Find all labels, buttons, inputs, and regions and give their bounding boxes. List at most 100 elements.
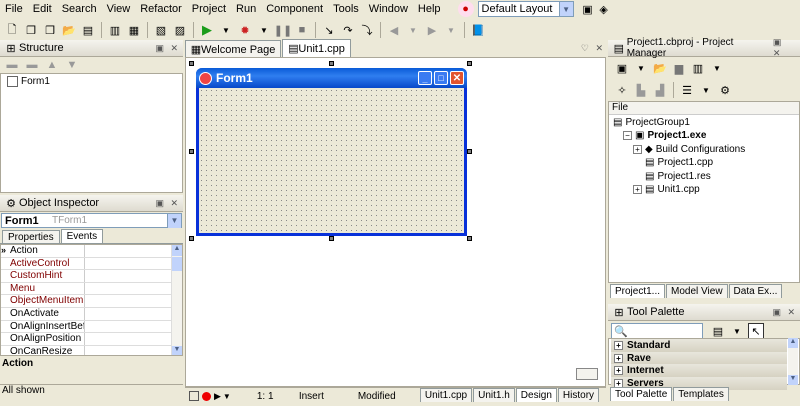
editor-tab-controls-icon[interactable]: ♡ ✕ (581, 43, 605, 54)
inspector-row[interactable]: OnAlignPosition (1, 333, 171, 346)
close-icon[interactable]: ✕ (450, 71, 464, 85)
project-tree-item[interactable]: + ◆ Build Configurations (633, 144, 745, 155)
menu-project[interactable]: Project (187, 0, 231, 18)
scroll-down-icon[interactable]: ▼ (788, 375, 798, 385)
selection-handle[interactable] (189, 149, 194, 154)
event-value[interactable] (85, 258, 171, 270)
inspector-row[interactable]: ActiveControl (1, 257, 171, 271)
tab-unit1-cpp[interactable]: Unit1.cpp (419, 388, 473, 402)
palette-category-rave[interactable]: + Rave (611, 351, 787, 365)
tab-welcome-page[interactable]: ▦Welcome Page (185, 40, 282, 57)
collapse-icon[interactable]: ▬ (24, 57, 40, 73)
inspector-scrollbar[interactable]: ▲ ▼ (171, 245, 182, 355)
expand-icon[interactable]: + (614, 341, 623, 350)
nonvisual-component-icon[interactable] (576, 368, 598, 380)
expand-icon[interactable]: + (614, 353, 623, 363)
tab-design[interactable]: Design (515, 388, 557, 402)
macro-icon[interactable] (189, 391, 199, 401)
inspector-row[interactable]: Menu (1, 282, 171, 296)
scroll-up-icon[interactable]: ▲ (172, 245, 182, 256)
help-insight-icon[interactable]: ● (457, 1, 474, 17)
scroll-thumb[interactable] (172, 257, 182, 271)
collapse-icon[interactable]: − (623, 131, 632, 141)
menu-tools[interactable]: Tools (328, 0, 364, 18)
tab-unit1-h[interactable]: Unit1.h (473, 388, 515, 402)
forward-dropdown-icon[interactable]: ▼ (443, 22, 459, 38)
debug-icon[interactable]: ✹ (237, 22, 253, 38)
new-items-icon[interactable]: 🗋 (4, 22, 20, 38)
pause-icon[interactable]: ❚❚ (274, 22, 292, 38)
event-value[interactable] (85, 283, 171, 295)
options-icon[interactable]: ⚙ (717, 82, 733, 98)
project-tree-item[interactable]: − ▣ Project1.exe (623, 130, 706, 141)
add-to-project-icon[interactable]: ▧ (153, 22, 169, 38)
inspector-row[interactable]: OnAlignInsertBefore (1, 320, 171, 334)
open-folder-icon[interactable]: 📂 (652, 60, 668, 76)
tab-tp-tool-palette[interactable]: Tool Palette (610, 387, 673, 401)
play-icon[interactable]: ▶ (214, 391, 221, 402)
menu-help[interactable]: Help (413, 0, 446, 18)
tab-events[interactable]: Events (60, 229, 104, 243)
run-dropdown-icon[interactable]: ▼ (218, 22, 234, 38)
form1-client-area[interactable] (199, 88, 464, 233)
dropdown-icon[interactable]: ▼ (709, 60, 725, 76)
event-value[interactable] (85, 333, 171, 345)
layout-combo[interactable]: Default Layout ▼ (477, 1, 574, 17)
view-icon[interactable]: ☰ (679, 82, 695, 98)
tab-pm-2[interactable]: Data Ex... (728, 284, 783, 298)
menu-search[interactable]: Search (57, 0, 102, 18)
menu-component[interactable]: Component (261, 0, 328, 18)
close-file-icon[interactable]: ▦ (126, 22, 142, 38)
forward-icon[interactable]: ▶ (424, 22, 440, 38)
selection-handle[interactable] (189, 236, 194, 241)
tab-unit1-cpp[interactable]: ▤Unit1.cpp (282, 39, 351, 57)
project-tree-item[interactable]: ▤ ProjectGroup1 (613, 117, 690, 128)
event-value[interactable] (85, 245, 171, 257)
event-value[interactable] (85, 295, 171, 307)
menu-file[interactable]: File (0, 0, 28, 18)
tab-pm-1[interactable]: Model View (666, 284, 728, 298)
back-icon[interactable]: ◀ (386, 22, 402, 38)
sync-icon[interactable]: ▥ (690, 60, 706, 76)
menu-view[interactable]: View (102, 0, 136, 18)
inspector-row[interactable]: ObjectMenuItem (1, 295, 171, 308)
new-project-icon[interactable]: ❐ (23, 22, 39, 38)
help-book-icon[interactable]: 📘 (470, 22, 486, 38)
inspector-row[interactable]: OnActivate (1, 307, 171, 321)
dropdown-icon[interactable]: ▼ (633, 60, 649, 76)
down-icon[interactable]: ▼ (64, 57, 80, 73)
scroll-down-icon[interactable]: ▼ (172, 346, 182, 355)
object-selector[interactable]: Form1 TForm1 ▼ (1, 213, 182, 228)
folder-icon[interactable]: ▆ (671, 60, 687, 76)
selection-handle[interactable] (467, 236, 472, 241)
menu-window[interactable]: Window (364, 0, 413, 18)
step-into-icon[interactable]: ↘ (321, 22, 337, 38)
dropdown-icon[interactable]: ▼ (698, 82, 714, 98)
chevron-down-icon[interactable]: ▼ (558, 2, 573, 16)
pin-close-icon[interactable]: ▣ ✕ (773, 37, 797, 59)
palette-category-standard[interactable]: + Standard (611, 339, 787, 352)
form1-window[interactable]: Form1 _ □ ✕ (196, 68, 467, 236)
form1-title-bar[interactable]: Form1 _ □ ✕ (196, 68, 467, 88)
palette-category-internet[interactable]: + Internet (611, 364, 787, 377)
pin-close-icon[interactable]: ▣ ✕ (772, 307, 797, 318)
remove-from-project-icon[interactable]: ▨ (172, 22, 188, 38)
open-icon[interactable]: ❒ (42, 22, 58, 38)
tool-palette-scrollbar[interactable]: ▲ ▼ (788, 338, 798, 385)
event-value[interactable] (85, 308, 171, 320)
menu-refactor[interactable]: Refactor (135, 0, 187, 18)
scroll-up-icon[interactable]: ▲ (788, 338, 798, 348)
chevron-down-icon[interactable]: ▼ (167, 213, 181, 228)
event-value[interactable] (85, 270, 171, 282)
expand-icon[interactable]: + (633, 144, 642, 154)
event-value[interactable] (85, 346, 171, 355)
inspector-row[interactable]: Action (1, 245, 171, 258)
make-icon[interactable]: ▟ (652, 82, 668, 98)
selection-handle[interactable] (467, 149, 472, 154)
expand-icon[interactable]: ▬ (4, 57, 20, 73)
selection-handle[interactable] (467, 61, 472, 66)
record-icon[interactable] (202, 391, 211, 401)
expand-icon[interactable]: + (633, 185, 642, 194)
save-all-icon[interactable]: ▥ (107, 22, 123, 38)
back-dropdown-icon[interactable]: ▼ (405, 22, 421, 38)
